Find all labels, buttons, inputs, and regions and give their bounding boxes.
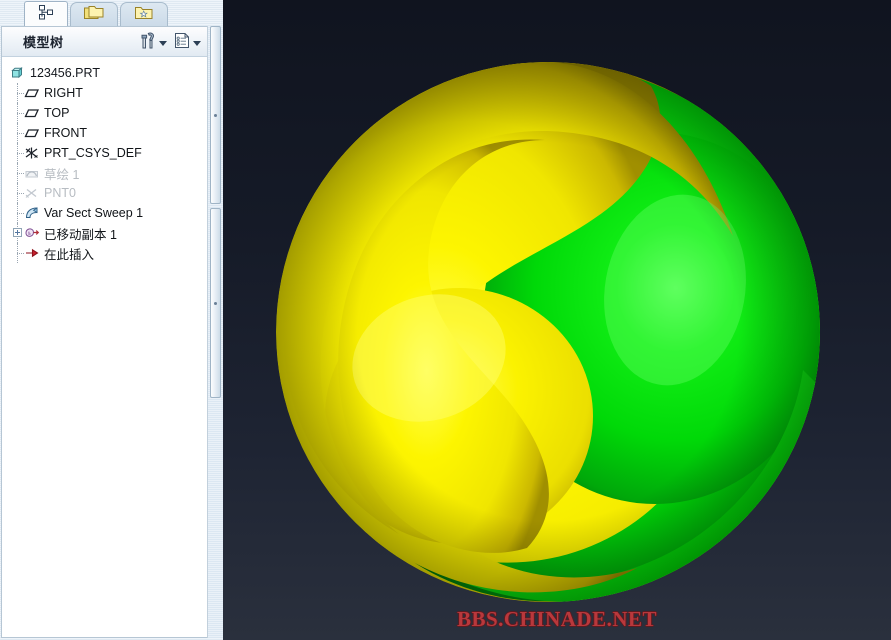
csys-icon [24, 146, 40, 160]
tree-node-sketch[interactable]: 草绘 1 [2, 163, 207, 183]
tree-node-moved-copy[interactable]: 已移动副本 1 [2, 223, 207, 243]
yin-yang-model [276, 62, 820, 602]
graphics-viewport[interactable]: BBS.CHINADE.NET [223, 0, 891, 640]
sketch-icon [24, 166, 40, 180]
tree-node-var-sect-sweep[interactable]: Var Sect Sweep 1 [2, 203, 207, 223]
datum-point-icon [24, 186, 40, 200]
scrollbar-thumb-lower[interactable] [210, 208, 221, 398]
tree-elbow [17, 113, 24, 115]
tree-node-datum-front[interactable]: FRONT [2, 123, 207, 143]
tree-node-label: Var Sect Sweep 1 [44, 206, 144, 220]
watermark-text: BBS.CHINADE.NET [456, 607, 658, 631]
navigator-tabstrip [0, 0, 223, 27]
chevron-down-icon[interactable] [193, 40, 201, 46]
document-list-icon [173, 31, 191, 55]
tab-favorites[interactable] [120, 2, 168, 27]
tree-node-label: TOP [44, 106, 70, 120]
tree-elbow [17, 253, 24, 255]
tree-node-label: FRONT [44, 126, 88, 140]
tree-node-label: PRT_CSYS_DEF [44, 146, 142, 160]
sweep-icon [24, 206, 40, 220]
scrollbar-thumb-upper[interactable] [210, 26, 221, 204]
tree-elbow [17, 93, 24, 95]
3d-model-stage [223, 0, 891, 640]
model-tree: 123456.PRT RIGHT TOP FRONT PRT_CSYS_DEF … [2, 57, 207, 263]
scrollbar-grip [214, 113, 217, 117]
tree-elbow [17, 173, 24, 175]
tree-node-label: 在此插入 [44, 247, 95, 262]
tree-node-part[interactable]: 123456.PRT [2, 63, 207, 83]
application-window: 模型树 123456.PRT RIGHT TOP FRONT PRT_CSYS_… [0, 0, 891, 640]
model-tree-panel: 模型树 123456.PRT RIGHT TOP FRONT PRT_CSYS_… [1, 26, 207, 638]
tree-node-datum-point[interactable]: PNT0 [2, 183, 207, 203]
navigator-sidebar: 模型树 123456.PRT RIGHT TOP FRONT PRT_CSYS_… [0, 0, 223, 640]
tree-elbow [17, 133, 24, 135]
scrollbar-grip [214, 301, 217, 305]
part-box-icon [10, 66, 26, 80]
settings-button[interactable] [137, 30, 169, 56]
tree-node-insert-here[interactable]: 在此插入 [2, 243, 207, 263]
datum-plane-icon [24, 86, 40, 100]
tab-model-tree[interactable] [24, 1, 68, 27]
tab-folder-browser[interactable] [70, 2, 118, 27]
datum-plane-icon [24, 106, 40, 120]
tree-node-csys[interactable]: PRT_CSYS_DEF [2, 143, 207, 163]
folder-stack-icon [83, 4, 105, 27]
tree-node-datum-right[interactable]: RIGHT [2, 83, 207, 103]
moved-copy-icon [24, 226, 40, 240]
tree-node-label: RIGHT [44, 86, 83, 100]
panel-header: 模型树 [2, 27, 207, 57]
sidebar-vertical-scrollbar[interactable] [207, 26, 223, 638]
display-options-button[interactable] [171, 30, 203, 56]
tree-elbow [17, 193, 24, 195]
page-title: 模型树 [23, 35, 64, 50]
tree-elbow [17, 153, 24, 155]
tree-node-label: 123456.PRT [30, 66, 100, 80]
folder-star-icon [133, 4, 155, 27]
model-tree-icon [38, 4, 55, 26]
tree-node-label: 已移动副本 1 [44, 227, 117, 242]
tree-node-label: 草绘 1 [44, 167, 80, 182]
panel-toolbar [137, 30, 203, 56]
insert-here-icon [24, 246, 40, 260]
tree-node-datum-top[interactable]: TOP [2, 103, 207, 123]
datum-plane-icon [24, 126, 40, 140]
tools-icon [139, 31, 157, 55]
tree-elbow [17, 213, 24, 215]
expand-toggle[interactable] [13, 228, 22, 237]
chevron-down-icon[interactable] [159, 40, 167, 46]
tree-node-label: PNT0 [44, 186, 76, 200]
